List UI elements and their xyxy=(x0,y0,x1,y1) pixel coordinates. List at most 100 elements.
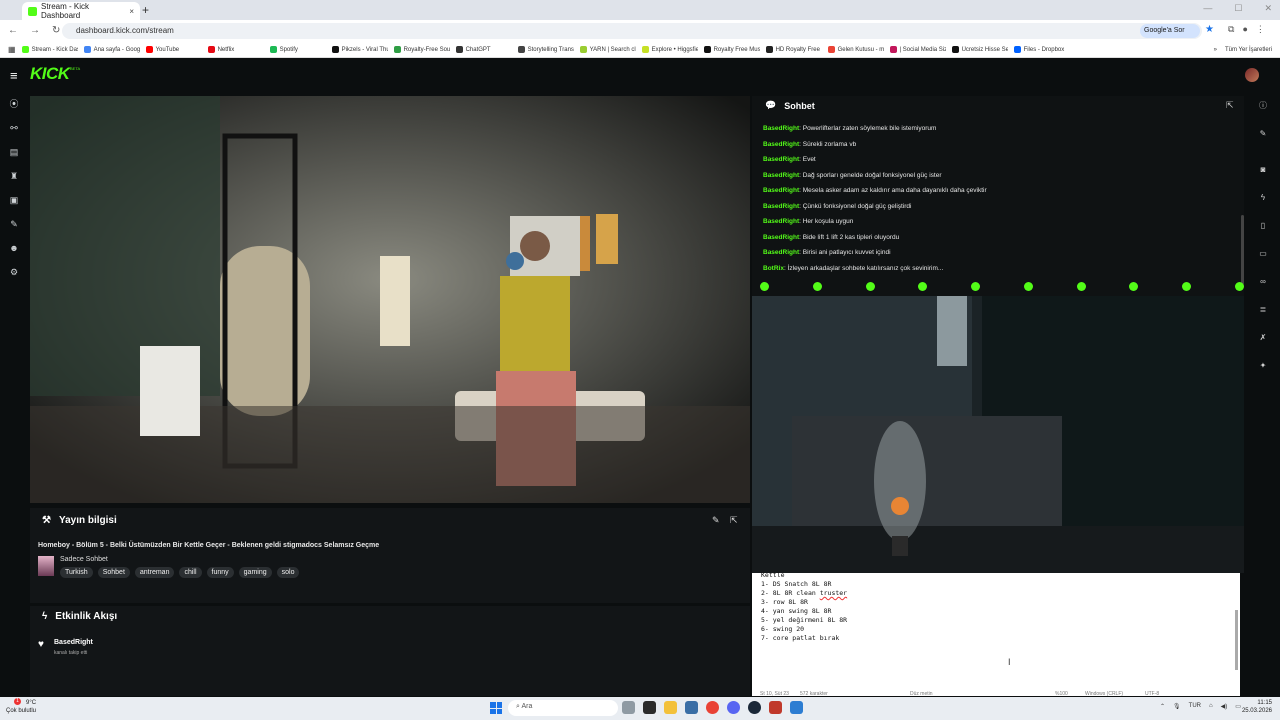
chat-username[interactable]: BasedRight xyxy=(763,172,799,179)
stream-tag[interactable]: gaming xyxy=(238,567,272,578)
volume-icon[interactable]: ◀) xyxy=(1221,703,1228,710)
chat-username[interactable]: BasedRight xyxy=(763,218,799,225)
kick-logo[interactable]: KICK xyxy=(30,64,70,84)
recorder-icon[interactable] xyxy=(769,701,782,714)
link-chain-icon[interactable]: ∞ xyxy=(1257,276,1269,288)
bookmark-item[interactable]: Files - Dropbox xyxy=(1008,46,1070,53)
bookmark-item[interactable]: | Social Media Sizes... xyxy=(884,46,946,53)
language-indicator[interactable]: TUR xyxy=(1189,703,1201,710)
windows-start-icon[interactable] xyxy=(490,702,502,714)
chat-username[interactable]: BasedRight xyxy=(763,203,799,210)
notepad-text-area[interactable]: Kettle 1- DS Snatch 8L 8R 2- 8L 8R clean t… xyxy=(761,571,847,643)
taskbar-search[interactable]: ⌕ Ara xyxy=(508,700,618,716)
edit-icon[interactable]: ✎ xyxy=(712,515,720,526)
user-avatar[interactable] xyxy=(1245,68,1259,82)
apps-grid-icon[interactable]: ▦ xyxy=(0,45,16,54)
microphone-icon[interactable]: 🎙 xyxy=(1173,703,1181,710)
menu-icon[interactable]: ≡ xyxy=(10,68,18,83)
new-tab-button[interactable]: + xyxy=(142,3,149,17)
emote-icon[interactable] xyxy=(1182,282,1192,291)
file-explorer-icon[interactable] xyxy=(664,701,677,714)
chat-popout-icon[interactable]: ⇱ xyxy=(1226,100,1234,111)
taskbar-clock[interactable]: 11:15 25.03.2026 xyxy=(1238,699,1272,715)
wrench-tool-icon[interactable]: ✗ xyxy=(1257,332,1269,344)
bookmark-item[interactable]: Storytelling Transfor... xyxy=(512,46,574,53)
tray-overflow-icon[interactable]: ⌃ xyxy=(1160,703,1165,710)
notepad-app-icon[interactable] xyxy=(790,701,803,714)
bookmark-item[interactable]: YARN | Search clips... xyxy=(574,46,636,53)
analytics-icon[interactable]: ▤ xyxy=(8,146,20,158)
forward-icon[interactable]: → xyxy=(30,25,40,36)
stream-tag[interactable]: solo xyxy=(276,567,300,578)
emote-icon[interactable] xyxy=(1129,282,1139,291)
bookmark-item[interactable]: Spotify xyxy=(264,46,326,53)
bookmark-item[interactable]: Ana sayfa - Google... xyxy=(78,46,140,53)
stream-live-icon[interactable]: ⦿ xyxy=(8,98,20,110)
emote-icon[interactable] xyxy=(971,282,981,291)
browser-app-icon[interactable] xyxy=(727,701,740,714)
stream-tag[interactable]: chill xyxy=(179,567,202,578)
stream-tag[interactable]: funny xyxy=(206,567,234,578)
notepad-scrollbar[interactable] xyxy=(1235,610,1238,670)
google-ask-button[interactable]: Google'a Sor xyxy=(1140,24,1200,38)
bookmark-item[interactable]: YouTube xyxy=(140,46,202,53)
minimize-icon[interactable]: — xyxy=(1203,3,1212,14)
stack-icon[interactable]: ≣ xyxy=(1257,304,1269,316)
bookmark-item[interactable]: Ücretsiz Hisse Sene... xyxy=(946,46,1008,53)
trophy-icon[interactable]: ♜ xyxy=(8,170,20,182)
popout-icon[interactable]: ⇱ xyxy=(730,515,738,526)
network-icon[interactable]: ⌂ xyxy=(1209,703,1213,710)
chat-username[interactable]: BasedRight xyxy=(763,249,799,256)
chat-username[interactable]: BasedRight xyxy=(763,156,799,163)
bookmark-item[interactable]: HD Royalty Free Sto... xyxy=(760,46,822,53)
stream-tag[interactable]: antreman xyxy=(134,567,175,578)
stream-tag[interactable]: Turkish xyxy=(60,567,93,578)
bookmark-item[interactable]: Pikzels - Viral Thum... xyxy=(326,46,388,53)
emote-icon[interactable] xyxy=(1234,282,1244,291)
emote-icon[interactable] xyxy=(865,282,875,291)
bookmark-item[interactable]: ChatGPT xyxy=(450,46,512,53)
link-icon[interactable]: ⚯ xyxy=(8,122,20,134)
emote-icon[interactable] xyxy=(1023,282,1033,291)
community-icon[interactable]: ☻ xyxy=(8,242,20,254)
extensions-icon[interactable]: ⧉ xyxy=(1228,24,1234,35)
bookmark-item[interactable]: Explore • Higgsfield xyxy=(636,46,698,53)
share-icon[interactable]: ✦ xyxy=(1257,360,1269,372)
lightning-icon[interactable]: ϟ xyxy=(1257,192,1269,204)
emote-icon[interactable] xyxy=(760,282,769,291)
weather-widget[interactable]: 9°C Çok bulutlu xyxy=(6,699,36,715)
tab-close-icon[interactable]: × xyxy=(129,7,134,16)
message-icon[interactable]: ▭ xyxy=(1257,248,1269,260)
maximize-icon[interactable]: ☐ xyxy=(1234,3,1242,14)
bookmark-item[interactable]: Stream - Kick Dashb... xyxy=(16,46,78,53)
bookmarks-overflow-icon[interactable]: » xyxy=(1206,47,1225,53)
emote-icon[interactable] xyxy=(918,282,928,291)
browser-tab-active[interactable]: Stream - Kick Dashboard × xyxy=(22,2,140,20)
bookmark-item[interactable]: Royalty-Free Sound... xyxy=(388,46,450,53)
chat-username[interactable]: BasedRight xyxy=(763,141,799,148)
settings-icon[interactable]: ⚙ xyxy=(8,266,20,278)
stream-category[interactable]: Sadece Sohbet xyxy=(60,556,108,563)
chrome-icon[interactable] xyxy=(706,701,719,714)
camera-icon[interactable]: ◙ xyxy=(1257,164,1269,176)
bookmark-item[interactable]: Netflix xyxy=(202,46,264,53)
bookmark-star-icon[interactable]: ★ xyxy=(1205,24,1214,35)
info-icon[interactable]: ⓘ xyxy=(1257,100,1269,112)
close-window-icon[interactable]: ✕ xyxy=(1264,3,1272,14)
steam-icon[interactable] xyxy=(748,701,761,714)
layout-icon[interactable]: ▣ xyxy=(8,194,20,206)
more-menu-icon[interactable]: ⋮ xyxy=(1256,24,1265,35)
bookmark-item[interactable]: Gelen Kutusu - mert... xyxy=(822,46,884,53)
back-icon[interactable]: ← xyxy=(8,25,18,36)
emote-icon[interactable] xyxy=(812,282,822,291)
chat-username[interactable]: BasedRight xyxy=(763,125,799,132)
pencil-icon[interactable]: ✎ xyxy=(1257,128,1269,140)
other-bookmarks[interactable]: Tüm Yer İşaretleri xyxy=(1225,47,1280,53)
activity-user[interactable]: BasedRight xyxy=(54,639,93,646)
emote-icon[interactable] xyxy=(1076,282,1086,291)
stream-video-preview[interactable] xyxy=(30,96,750,503)
url-field[interactable]: dashboard.kick.com/stream xyxy=(62,23,1202,39)
task-view-icon[interactable] xyxy=(643,701,656,714)
chat-username[interactable]: BasedRight xyxy=(763,187,799,194)
stream-tag[interactable]: Sohbet xyxy=(97,567,130,578)
